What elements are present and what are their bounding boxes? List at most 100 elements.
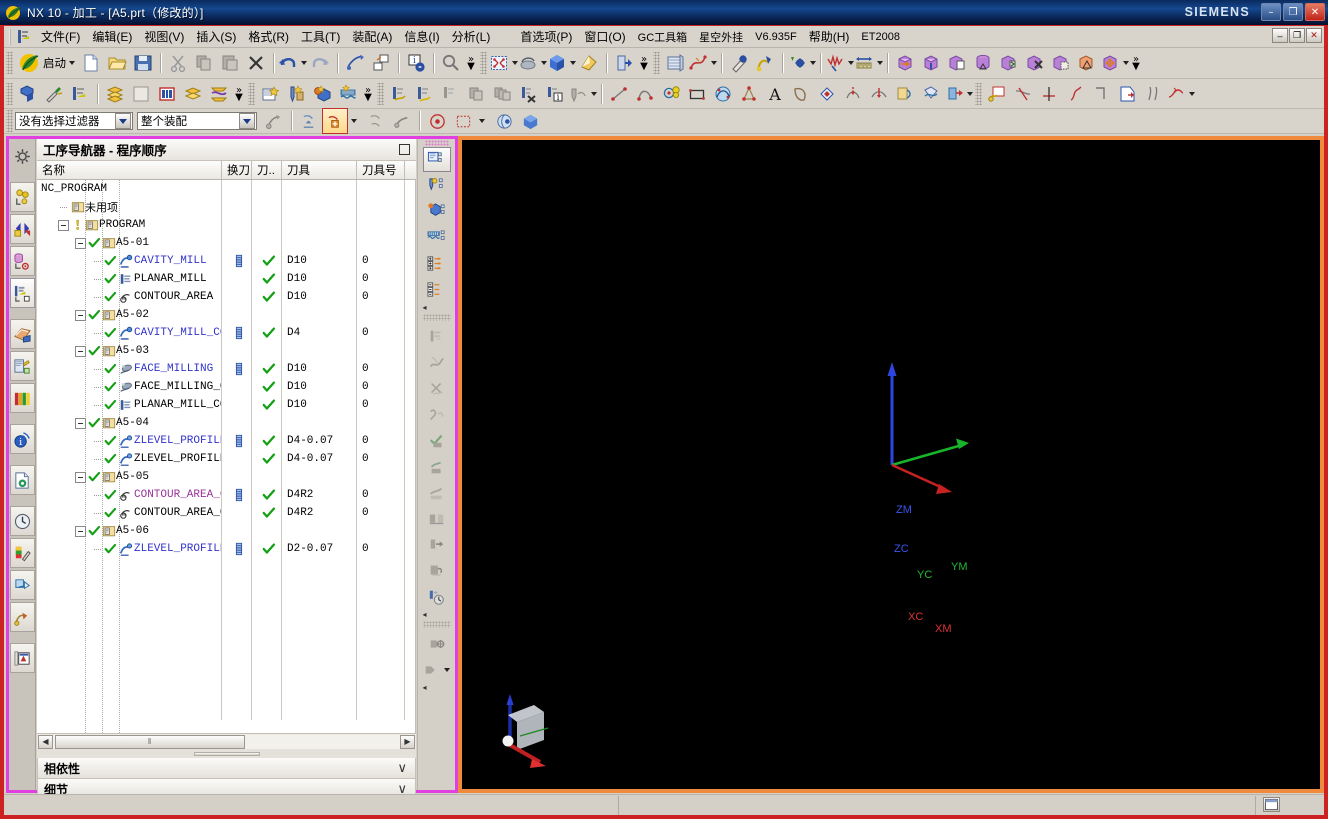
select-general-button[interactable]	[261, 108, 287, 134]
extract-curve-button[interactable]	[892, 81, 918, 107]
resource-part-navigator[interactable]	[9, 214, 35, 244]
table-row[interactable]: PROGRAM	[37, 216, 415, 234]
chevron-down-icon[interactable]	[351, 119, 357, 123]
add-select-button[interactable]	[322, 108, 348, 134]
paste-button[interactable]	[217, 50, 243, 76]
menu-insert[interactable]: 插入(S)	[190, 26, 242, 47]
chevron-down-icon[interactable]	[1123, 61, 1129, 65]
point-set-button[interactable]	[736, 81, 762, 107]
toolbar-grip[interactable]	[6, 52, 13, 74]
selection-filter-combo[interactable]: 没有选择过滤器	[15, 112, 133, 130]
delete-face-button[interactable]	[1022, 50, 1048, 76]
table-row[interactable]: A5-03	[37, 342, 415, 360]
column-tool-number[interactable]: 刀具号	[357, 161, 405, 179]
select-filter-button[interactable]	[389, 108, 415, 134]
table-row[interactable]: PLANAR_MILL_COPY D100	[37, 396, 415, 414]
toolbar-overflow-button[interactable]: » ▼	[1129, 55, 1143, 72]
menu-help[interactable]: 帮助(H)	[803, 26, 856, 47]
machining-time-vbutton[interactable]	[423, 584, 451, 609]
toolbar-grip[interactable]	[653, 52, 660, 74]
copy-operation-button[interactable]	[438, 81, 464, 107]
navigator-maximize-button[interactable]	[399, 144, 410, 155]
geometry-view-button[interactable]	[423, 199, 451, 224]
tree-node[interactable]: PLANAR_MILL	[37, 270, 222, 288]
curve-analysis-button[interactable]	[688, 50, 717, 76]
table-row[interactable]: CAVITY_MILL_COPY D40	[37, 324, 415, 342]
chevron-down-icon[interactable]: ∨	[397, 761, 407, 776]
scroll-track[interactable]: ‖	[53, 734, 400, 749]
table-row[interactable]: ZLEVEL_PROFILE... D2-0.070	[37, 540, 415, 558]
tree-node[interactable]: CAVITY_MILL_COPY	[37, 324, 222, 342]
start-button[interactable]: 启动	[15, 50, 78, 76]
tree-node[interactable]: A5-04	[37, 414, 222, 432]
helix-button[interactable]	[944, 81, 973, 107]
menu-file[interactable]: 文件(F)	[35, 26, 86, 47]
measure-spring-button[interactable]	[825, 50, 854, 76]
redo-button[interactable]	[307, 50, 333, 76]
snap-point-button[interactable]	[424, 108, 450, 134]
table-row[interactable]: CONTOUR_AREA_C... D4R20	[37, 504, 415, 522]
copy-face-button[interactable]	[1048, 50, 1074, 76]
menu-gc-toolbox[interactable]: GC工具箱	[632, 27, 694, 47]
column-tool[interactable]: 刀具	[282, 161, 357, 179]
resize-blend-button[interactable]	[970, 50, 996, 76]
generate-toolpath-vbutton[interactable]	[423, 350, 451, 375]
graphics-viewport[interactable]: ZM ZC YM YC XM XC	[462, 140, 1320, 789]
scroll-right-button[interactable]: ▶	[400, 734, 415, 749]
tree-collapse-toggle[interactable]	[75, 471, 86, 483]
table-row[interactable]: PLANAR_MILL D10 0	[37, 270, 415, 288]
replace-face-button[interactable]	[996, 50, 1022, 76]
resource-system-scene[interactable]	[9, 570, 35, 600]
lock-toolpath-vbutton[interactable]	[423, 454, 451, 479]
toolbar-grip[interactable]	[377, 82, 384, 105]
tree-node[interactable]: A5-02	[37, 306, 222, 324]
table-row[interactable]: A5-05	[37, 468, 415, 486]
shop-documentation-vbutton[interactable]	[423, 558, 451, 583]
toolbar-grip[interactable]	[6, 82, 13, 105]
view-orientation-button[interactable]	[547, 50, 576, 76]
program-order-view-button[interactable]	[422, 147, 451, 172]
trim-curve-button[interactable]	[1010, 81, 1036, 107]
menu-window[interactable]: 窗口(O)	[578, 26, 631, 47]
menu-tools[interactable]: 工具(T)	[295, 26, 346, 47]
tree-node[interactable]: FACE_MILLING_COPY	[37, 378, 222, 396]
create-method-group-button[interactable]	[335, 81, 361, 107]
info-object-button[interactable]: i	[403, 50, 429, 76]
curve-on-face-button[interactable]	[918, 81, 944, 107]
circle-button[interactable]	[658, 81, 684, 107]
tree-collapse-toggle[interactable]	[75, 525, 86, 537]
generate-toolpath-button[interactable]	[102, 81, 128, 107]
face-select-button[interactable]	[296, 108, 322, 134]
transform-operation-button[interactable]	[568, 81, 597, 107]
shaded-display-button[interactable]	[491, 108, 517, 134]
column-tool-path[interactable]: 刀..	[252, 161, 282, 179]
toolbar-overflow-button[interactable]: » ▼	[637, 55, 651, 72]
tree-collapse-toggle[interactable]	[75, 237, 86, 249]
resource-process-studio[interactable]	[9, 465, 35, 495]
open-button[interactable]	[104, 50, 130, 76]
chevron-down-icon[interactable]	[810, 61, 816, 65]
zoom-find-button[interactable]	[438, 50, 464, 76]
chevron-down-icon[interactable]	[239, 113, 255, 129]
column-tool-change[interactable]: 换刀	[222, 161, 252, 179]
resource-role-library[interactable]	[9, 383, 35, 413]
text-button[interactable]: A	[762, 81, 788, 107]
scroll-thumb[interactable]: ‖	[55, 734, 245, 749]
menu-view[interactable]: 视图(V)	[138, 26, 190, 47]
layer-settings-button[interactable]	[662, 50, 688, 76]
rotate-view-button[interactable]	[518, 50, 547, 76]
chevron-down-icon[interactable]	[69, 61, 75, 65]
resource-system-materials[interactable]	[9, 538, 35, 568]
toolbar-overflow-button[interactable]: » ▼	[464, 55, 478, 72]
table-row[interactable]: A5-01	[37, 234, 415, 252]
list-toolpath-button[interactable]	[180, 81, 206, 107]
solid-display-button[interactable]	[517, 108, 543, 134]
menu-preferences[interactable]: 首选项(P)	[514, 26, 578, 47]
menu-info[interactable]: 信息(I)	[398, 26, 445, 47]
chevron-down-icon[interactable]	[115, 113, 131, 129]
create-geometry-button[interactable]	[15, 81, 41, 107]
verify-toolpath-vbutton[interactable]	[423, 402, 451, 427]
tree-node[interactable]: A5-01	[37, 234, 222, 252]
chevron-down-icon[interactable]	[591, 91, 597, 96]
delete-button[interactable]	[243, 50, 269, 76]
